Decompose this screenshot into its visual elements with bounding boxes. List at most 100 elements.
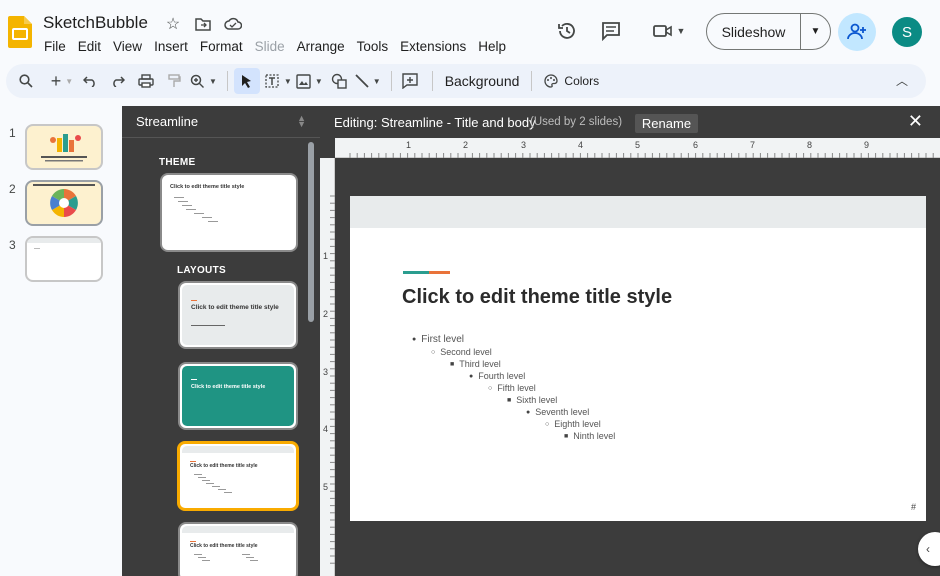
ruler-label: 1 — [406, 140, 412, 150]
zoom-icon[interactable]: ▼ — [190, 68, 217, 94]
body-level-8[interactable]: ○ Eighth level — [545, 419, 601, 429]
filmstrip-slide-1[interactable]: 1 — [0, 106, 118, 170]
body-level-7[interactable]: ● Seventh level — [526, 407, 589, 417]
account-avatar[interactable]: S — [892, 17, 922, 47]
slide-number: 2 — [9, 182, 16, 196]
version-history-icon[interactable] — [555, 19, 579, 43]
panel-scrollbar[interactable] — [308, 142, 314, 322]
toolbar: + ▼ ▼ ▼ ▼ ▼ Background Colors ︿ — [6, 64, 926, 98]
redo-icon[interactable] — [106, 68, 130, 94]
layout-thumbnail-two-column[interactable]: Click to edit theme title style — [178, 522, 298, 576]
layout-editor: Editing: Streamline - Title and body (Us… — [320, 106, 940, 576]
title-placeholder[interactable]: Click to edit theme title style — [402, 286, 672, 309]
vertical-ruler[interactable]: 1 2 3 4 5 — [320, 158, 335, 576]
slide-canvas[interactable]: Click to edit theme title style ● First l… — [350, 196, 926, 521]
colors-button[interactable]: Colors — [538, 74, 605, 88]
move-folder-icon[interactable] — [193, 14, 213, 34]
star-icon[interactable]: ☆ — [163, 14, 183, 34]
theme-panel-header: Streamline ▲ ▼ — [122, 106, 320, 138]
slideshow-button[interactable]: Slideshow ▼ — [706, 13, 831, 50]
cloud-status-icon[interactable] — [223, 14, 243, 34]
ruler-label: 9 — [864, 140, 870, 150]
editing-title: Editing: Streamline - Title and body — [334, 115, 536, 130]
slide-filmstrip: 1 2 3 — [0, 106, 118, 576]
theme-name: Streamline — [136, 114, 199, 129]
slide-number: 1 — [9, 126, 16, 140]
slide-number: 3 — [9, 238, 16, 252]
close-icon[interactable]: ✕ — [908, 111, 923, 132]
ruler-label: 3 — [323, 367, 329, 377]
menu-format[interactable]: Format — [194, 37, 249, 56]
ruler-label: 3 — [521, 140, 527, 150]
theme-master-thumbnail[interactable]: Click to edit theme title style — [160, 173, 298, 252]
thumb-title: Click to edit theme title style — [190, 543, 258, 549]
ruler-label: 4 — [323, 424, 329, 434]
ruler-label: 6 — [693, 140, 699, 150]
layout-thumbnail-section[interactable]: Click to edit theme title style — [178, 362, 298, 430]
menu-help[interactable]: Help — [472, 37, 512, 56]
add-person-icon — [847, 23, 866, 40]
body-level-5[interactable]: ○ Fifth level — [488, 383, 536, 393]
body-level-9[interactable]: ■ Ninth level — [564, 431, 615, 441]
filmstrip-slide-2[interactable]: 2 — [0, 162, 118, 226]
menu-file[interactable]: File — [38, 37, 72, 56]
menu-tools[interactable]: Tools — [351, 37, 395, 56]
line-icon[interactable]: ▼ — [355, 68, 381, 94]
menu-insert[interactable]: Insert — [148, 37, 194, 56]
sort-icon[interactable]: ▲ ▼ — [297, 114, 306, 129]
filmstrip-slide-3[interactable]: 3 — [0, 218, 118, 282]
slides-logo-icon[interactable] — [8, 14, 32, 48]
ruler-label: 8 — [807, 140, 813, 150]
add-comment-icon[interactable] — [398, 68, 422, 94]
print-icon[interactable] — [134, 68, 158, 94]
palette-icon — [544, 74, 559, 88]
body-level-3[interactable]: ■ Third level — [450, 359, 501, 369]
text-box-icon[interactable]: ▼ — [264, 68, 292, 94]
body-level-1[interactable]: ● First level — [412, 334, 464, 345]
collapse-toolbar-icon[interactable]: ︿ — [896, 72, 908, 89]
ruler-label: 4 — [578, 140, 584, 150]
chevron-down-icon: ▼ — [676, 26, 686, 36]
comments-icon[interactable] — [599, 19, 623, 43]
body-level-2[interactable]: ○ Second level — [431, 347, 492, 357]
editor-header: Editing: Streamline - Title and body (Us… — [320, 106, 940, 138]
menu-view[interactable]: View — [107, 37, 148, 56]
ruler-label: 5 — [323, 482, 329, 492]
slide-thumbnail[interactable] — [25, 236, 103, 282]
slideshow-label: Slideshow — [721, 23, 786, 40]
layout-thumbnail-title-body-selected[interactable]: Click to edit theme title style — [177, 441, 299, 511]
background-button[interactable]: Background — [439, 73, 526, 89]
select-cursor-icon[interactable] — [233, 68, 260, 94]
rename-button[interactable]: Rename — [635, 114, 698, 133]
undo-icon[interactable] — [78, 68, 102, 94]
menu-arrange[interactable]: Arrange — [291, 37, 351, 56]
menu-extensions[interactable]: Extensions — [394, 37, 472, 56]
slideshow-options-icon[interactable]: ▼ — [801, 26, 830, 37]
menu-slide[interactable]: Slide — [249, 37, 291, 56]
meet-call-icon[interactable]: ▼ — [649, 19, 689, 43]
document-title[interactable]: SketchBubble — [43, 13, 148, 33]
thumb-title: Click to edit theme title style — [190, 463, 258, 469]
slides-app: SketchBubble ☆ File Edit View Insert For… — [0, 0, 940, 576]
insert-image-icon[interactable]: ▼ — [296, 68, 323, 94]
menu-edit[interactable]: Edit — [72, 37, 107, 56]
ruler-label: 7 — [750, 140, 756, 150]
header-band — [350, 196, 926, 228]
theme-builder-panel: Streamline ▲ ▼ THEME Click to edit theme … — [122, 106, 320, 576]
share-button[interactable] — [838, 13, 876, 51]
body-level-6[interactable]: ■ Sixth level — [507, 395, 557, 405]
layouts-section-label: LAYOUTS — [177, 265, 226, 276]
new-slide-icon[interactable]: + ▼ — [50, 68, 74, 94]
ruler-label: 1 — [323, 251, 329, 261]
thumb-title: Click to edit theme title style — [191, 304, 279, 311]
layout-thumbnail-title[interactable]: Click to edit theme title style — [178, 281, 298, 349]
paint-format-icon[interactable] — [162, 68, 186, 94]
header: SketchBubble ☆ File Edit View Insert For… — [0, 0, 940, 62]
horizontal-ruler[interactable]: 1 2 3 4 5 6 7 8 9 — [335, 138, 940, 158]
shape-icon[interactable] — [327, 68, 351, 94]
search-menus-icon[interactable] — [14, 68, 38, 94]
ruler-label: 5 — [635, 140, 641, 150]
ruler-label: 2 — [323, 309, 329, 319]
body-level-4[interactable]: ● Fourth level — [469, 371, 525, 381]
slide-number-placeholder[interactable]: # — [911, 502, 916, 512]
